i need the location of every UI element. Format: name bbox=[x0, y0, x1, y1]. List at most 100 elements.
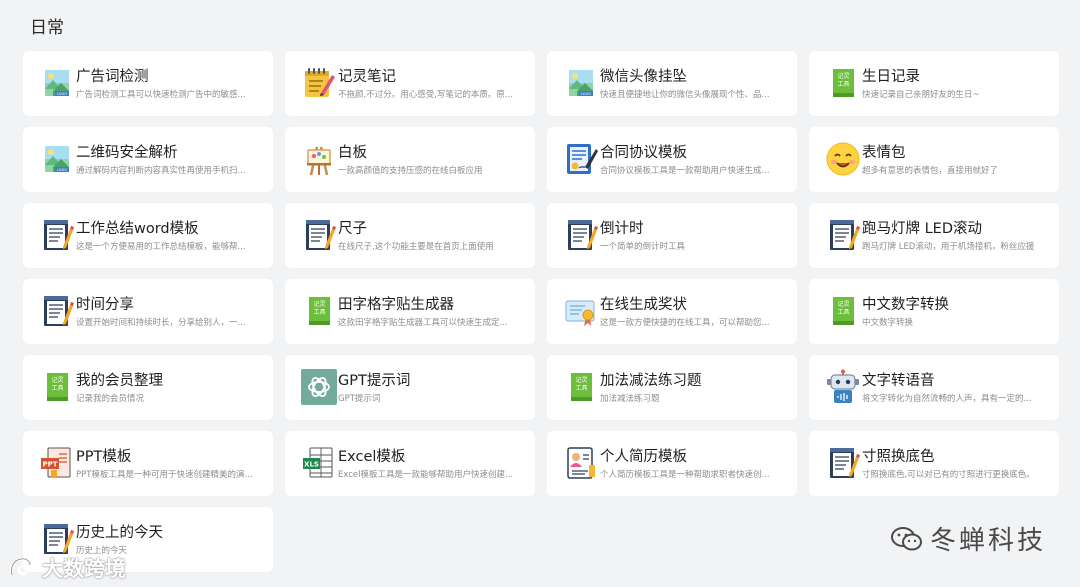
easel-icon bbox=[301, 141, 337, 177]
tool-card[interactable]: 记灵 工具 生日记录快速记录自己亲朋好友的生日~ bbox=[809, 51, 1059, 116]
tool-card[interactable]: LOGO 二维码安全解析 通过解码内容判断内容真实性再使用手机扫... bbox=[23, 127, 273, 192]
tool-card-description: 超多有意思的表情包，直接用就好了 bbox=[862, 166, 999, 176]
tool-card-description: 加法减法练习题 bbox=[600, 394, 660, 404]
tool-card[interactable]: 合同协议模板合同协议模板工具是一款帮助用户快速生成... bbox=[547, 127, 797, 192]
resume-icon bbox=[563, 445, 599, 481]
tool-card-title: 寸照换底色 bbox=[862, 449, 935, 465]
watermark-dashu: 大数跨境 bbox=[8, 553, 126, 583]
tool-grid: LOGO 广告词检测 广告词检测工具可以快速检测广告中的敏感... 记灵笔记 不拖颜,不… bbox=[23, 51, 1059, 572]
robot-icon bbox=[825, 369, 861, 405]
tool-card[interactable]: 白板一款高颜值的支持压感的在线白板应用 bbox=[285, 127, 535, 192]
tool-card[interactable]: 在线生成奖状这是一款方便快捷的在线工具，可以帮助您... bbox=[547, 279, 797, 344]
tool-card-title: 历史上的今天 bbox=[76, 525, 163, 541]
svg-text:工具: 工具 bbox=[837, 81, 849, 88]
certificate-icon bbox=[563, 293, 599, 329]
ppt-file-icon: PPT bbox=[39, 445, 75, 481]
tool-card[interactable]: LOGO 广告词检测 广告词检测工具可以快速检测广告中的敏感... bbox=[23, 51, 273, 116]
tool-card-title: 在线生成奖状 bbox=[600, 297, 687, 313]
tool-card-description: Excel模板工具是一款能够帮助用户快速创建... bbox=[338, 470, 514, 480]
tool-card[interactable]: 记灵 工具 我的会员整理记录我的会员情况 bbox=[23, 355, 273, 420]
green-tool-book-icon: 记灵 工具 bbox=[563, 369, 599, 405]
tool-card-description: 一款高颜值的支持压感的在线白板应用 bbox=[338, 166, 483, 176]
svg-text:记灵: 记灵 bbox=[837, 73, 849, 80]
tool-card-title: GPT提示词 bbox=[338, 373, 411, 389]
tool-card[interactable]: 记灵 工具 田字格字贴生成器 这款田字格字贴生成器工具可以快速生成定... bbox=[285, 279, 535, 344]
smiley-face-icon bbox=[825, 141, 861, 177]
document-pencil-icon bbox=[39, 293, 75, 329]
tool-card-title: 田字格字贴生成器 bbox=[338, 297, 454, 313]
tool-card[interactable]: LOGO 微信头像挂坠 快速且便捷地让你的微信头像展现个性、品... bbox=[547, 51, 797, 116]
brand-logo-icon bbox=[10, 557, 32, 576]
tool-card-title: 表情包 bbox=[862, 145, 906, 161]
tool-card-title: 个人简历模板 bbox=[600, 449, 687, 465]
tool-card-description: 跑马灯牌 LED滚动，用于机场接机，粉丝应援 bbox=[862, 242, 1035, 252]
tool-card-title: 中文数字转换 bbox=[862, 297, 949, 313]
svg-text:记灵: 记灵 bbox=[837, 301, 849, 308]
tool-card-description: 记录我的会员情况 bbox=[76, 394, 145, 404]
tool-card-description: 这是一款方便快捷的在线工具，可以帮助您... bbox=[600, 318, 770, 328]
tool-card-title: 微信头像挂坠 bbox=[600, 69, 687, 85]
tool-card-title: 合同协议模板 bbox=[600, 145, 687, 161]
tool-card[interactable]: 记灵 工具 中文数字转换 中文数字转换 bbox=[809, 279, 1059, 344]
tool-card[interactable]: GPT提示词 GPT提示词 bbox=[285, 355, 535, 420]
green-tool-book-icon: 记灵 工具 bbox=[825, 293, 861, 329]
tool-card[interactable]: 记灵笔记 不拖颜,不过分。用心感受,写笔记的本质。原... bbox=[285, 51, 535, 116]
tool-card-title: 生日记录 bbox=[862, 69, 920, 85]
tool-card-title: 文字转语音 bbox=[862, 373, 935, 389]
document-pencil-icon bbox=[301, 217, 337, 253]
svg-text:工具: 工具 bbox=[51, 385, 63, 392]
svg-text:工具: 工具 bbox=[313, 309, 325, 316]
tool-card[interactable]: 个人简历模板个人简历模板工具是一种帮助求职者快速创... bbox=[547, 431, 797, 496]
document-pencil-icon bbox=[825, 217, 861, 253]
tool-card-title: 倒计时 bbox=[600, 221, 644, 237]
svg-text:工具: 工具 bbox=[575, 385, 587, 392]
tool-card-description: 个人简历模板工具是一种帮助求职者快速创... bbox=[600, 470, 770, 480]
tool-card-title: 我的会员整理 bbox=[76, 373, 163, 389]
tool-card-title: 尺子 bbox=[338, 221, 367, 237]
tool-card[interactable]: 尺子 在线尺子,这个功能主要是在首页上面使用 bbox=[285, 203, 535, 268]
tool-card[interactable]: 跑马灯牌 LED滚动 跑马灯牌 LED滚动，用于机场接机，粉丝应援 bbox=[809, 203, 1059, 268]
tool-card[interactable]: PPT PPT模板 PPT模板工具是一种可用于快速创建精美的演... bbox=[23, 431, 273, 496]
tool-card-description: GPT提示词 bbox=[338, 394, 381, 404]
document-pencil-icon bbox=[563, 217, 599, 253]
svg-text:记灵: 记灵 bbox=[51, 377, 63, 384]
svg-text:LOGO: LOGO bbox=[581, 92, 591, 96]
section-title: 日常 bbox=[30, 18, 64, 38]
green-tool-book-icon: 记灵 工具 bbox=[301, 293, 337, 329]
tool-card-title: 加法减法练习题 bbox=[600, 373, 702, 389]
tool-card-title: 白板 bbox=[338, 145, 367, 161]
tool-card[interactable]: 寸照换底色寸照换底色,可以对已有的寸照进行更换底色。 bbox=[809, 431, 1059, 496]
watermark-right-text: 冬蝉科技 bbox=[929, 526, 1046, 556]
openai-logo-icon bbox=[301, 369, 337, 405]
tool-card-description: 合同协议模板工具是一款帮助用户快速生成... bbox=[600, 166, 770, 176]
svg-text:XLS: XLS bbox=[304, 461, 319, 469]
tool-card[interactable]: 表情包超多有意思的表情包，直接用就好了 bbox=[809, 127, 1059, 192]
image-placeholder-icon: LOGO bbox=[39, 65, 75, 101]
svg-text:PPT: PPT bbox=[42, 461, 57, 469]
tool-card-title: 二维码安全解析 bbox=[76, 145, 178, 161]
watermark-dongchan: 冬蝉科技 bbox=[890, 520, 1046, 557]
wechat-icon bbox=[890, 526, 922, 550]
svg-text:LOGO: LOGO bbox=[57, 92, 67, 96]
tool-card-description: 一个简单的倒计时工具 bbox=[600, 242, 686, 252]
contract-document-icon bbox=[563, 141, 599, 177]
tool-card[interactable]: 倒计时一个简单的倒计时工具 bbox=[547, 203, 797, 268]
tool-card[interactable]: 时间分享 设置开始时间和持续时长，分享给别人，一... bbox=[23, 279, 273, 344]
tool-card-description: 这款田字格字贴生成器工具可以快速生成定... bbox=[338, 318, 508, 328]
tool-card[interactable]: 工作总结word模板 这是一个方便易用的工作总结模板，能够帮... bbox=[23, 203, 273, 268]
svg-text:记灵: 记灵 bbox=[313, 301, 325, 308]
document-pencil-icon bbox=[39, 521, 75, 557]
tool-card[interactable]: XLS Excel模板 Excel模板工具是一款能够帮助用户快速创建... bbox=[285, 431, 535, 496]
tool-card-description: PPT模板工具是一种可用于快速创建精美的演... bbox=[76, 470, 253, 480]
tool-card[interactable]: 记灵 工具 加法减法练习题 加法减法练习题 bbox=[547, 355, 797, 420]
tool-card-description: 快速记录自己亲朋好友的生日~ bbox=[862, 90, 980, 100]
tool-card-description: 广告词检测工具可以快速检测广告中的敏感... bbox=[76, 90, 246, 100]
tool-card-title: 记灵笔记 bbox=[338, 69, 396, 85]
document-pencil-icon bbox=[39, 217, 75, 253]
tool-card[interactable]: 文字转语音 将文字转化为自然流畅的人声，具有一定的... bbox=[809, 355, 1059, 420]
svg-text:记灵: 记灵 bbox=[575, 377, 587, 384]
excel-file-icon: XLS bbox=[301, 445, 337, 481]
tool-card-description: 通过解码内容判断内容真实性再使用手机扫... bbox=[76, 166, 246, 176]
image-placeholder-icon: LOGO bbox=[563, 65, 599, 101]
tool-card-description: 寸照换底色,可以对已有的寸照进行更换底色。 bbox=[862, 470, 1035, 480]
